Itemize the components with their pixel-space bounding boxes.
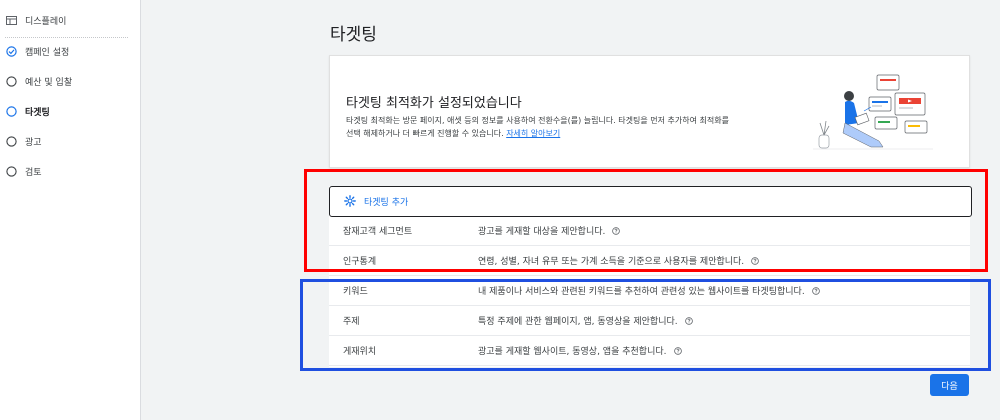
red-highlight-box (304, 169, 988, 272)
sidebar-item-ads[interactable]: 광고 (5, 131, 42, 151)
sidebar-item-label: 디스플레이 (25, 16, 67, 27)
learn-more-link[interactable]: 자세히 알아보기 (506, 129, 560, 138)
sidebar-item-label: 예산 및 입찰 (25, 77, 73, 88)
next-button[interactable]: 다음 (930, 374, 969, 396)
optimization-info-card: 타겟팅 최적화가 설정되었습니다 타겟팅 최적화는 방문 페이지, 애셋 등의 … (329, 55, 970, 168)
sidebar: 디스플레이 캠페인 설정 예산 및 입찰 타겟팅 광고 검토 (0, 0, 141, 420)
description-line: 타겟팅 최적화는 방문 페이지, 애셋 등의 정보를 사용하여 전환수을(를) … (346, 116, 729, 125)
card-title: 타겟팅 최적화가 설정되었습니다 (346, 96, 522, 111)
circle-icon (5, 165, 17, 177)
card-description: 타겟팅 최적화는 방문 페이지, 애셋 등의 정보를 사용하여 전환수을(를) … (346, 114, 811, 140)
circle-icon (5, 135, 17, 147)
sidebar-divider (5, 37, 128, 38)
display-icon (5, 14, 17, 26)
sidebar-item-targeting[interactable]: 타겟팅 (5, 101, 50, 121)
sidebar-item-budget-bidding[interactable]: 예산 및 입찰 (5, 71, 72, 91)
sidebar-item-label: 타겟팅 (25, 107, 50, 118)
sidebar-item-label: 캠페인 설정 (25, 47, 70, 58)
description-line: 선택 해제하거나 더 빠르게 진행할 수 있습니다. (346, 129, 504, 138)
sidebar-item-label: 광고 (25, 137, 42, 148)
sidebar-item-review[interactable]: 검토 (5, 161, 42, 181)
blue-highlight-box (300, 279, 991, 371)
sidebar-item-label: 검토 (25, 167, 42, 178)
sidebar-item-display[interactable]: 디스플레이 (5, 10, 66, 30)
sidebar-item-campaign-settings[interactable]: 캠페인 설정 (5, 41, 69, 61)
check-circle-icon (5, 45, 17, 57)
page-title: 타겟팅 (330, 25, 377, 45)
circle-active-icon (5, 105, 17, 117)
circle-icon (5, 75, 17, 87)
person-with-laptop-illustration (813, 74, 933, 150)
